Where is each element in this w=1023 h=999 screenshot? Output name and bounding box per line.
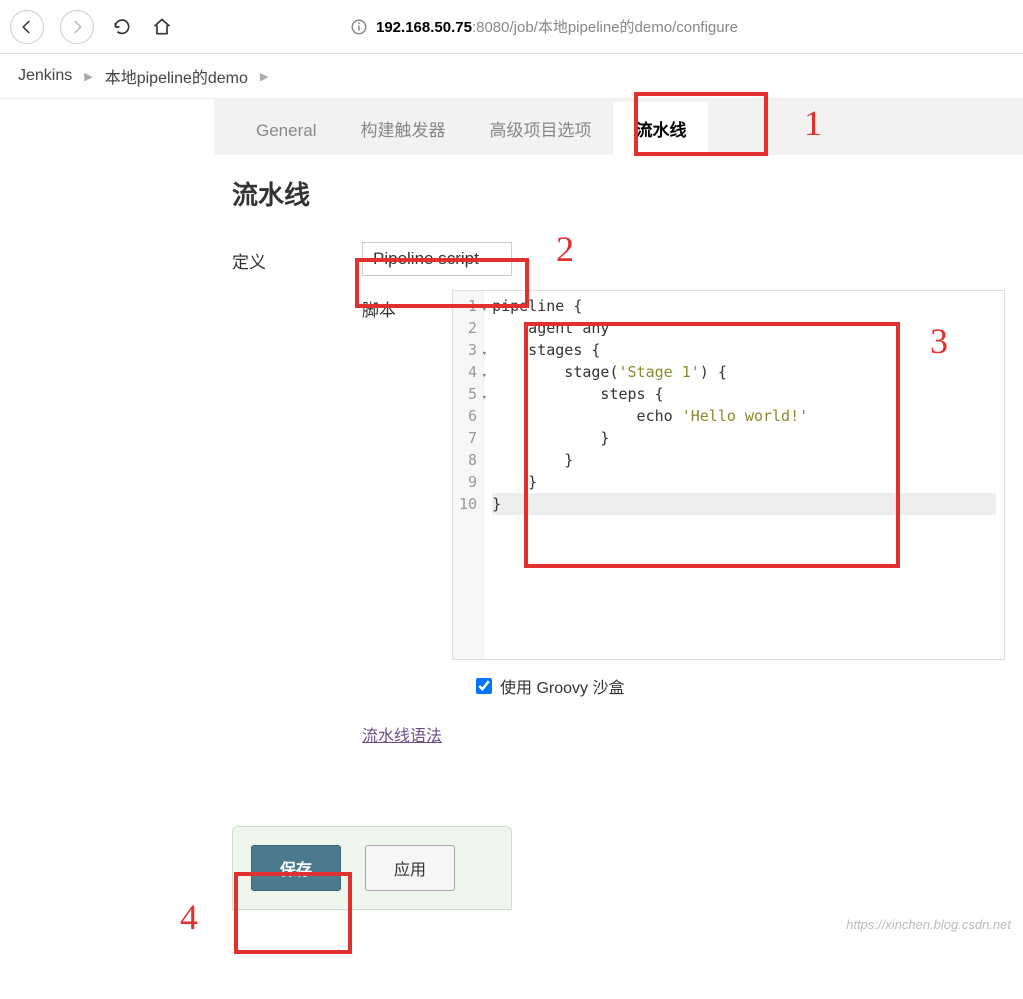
section-title: 流水线: [232, 175, 1005, 212]
definition-select[interactable]: Pipeline script: [362, 242, 512, 276]
browser-toolbar: 192.168.50.75:8080/job/本地pipeline的demo/c…: [0, 0, 1023, 54]
info-icon: [350, 18, 368, 36]
home-icon: [152, 17, 172, 37]
save-button[interactable]: 保存: [251, 845, 341, 891]
tab-build-triggers[interactable]: 构建触发器: [338, 102, 467, 155]
reload-icon: [112, 17, 132, 37]
footer-bar: 保存 应用: [232, 826, 512, 910]
sidebar-space: [0, 99, 214, 940]
pipeline-syntax-link[interactable]: 流水线语法: [362, 722, 442, 746]
pipeline-panel: 流水线 定义 Pipeline script 脚本 12345678910 pi…: [214, 155, 1023, 940]
breadcrumb-root[interactable]: Jenkins: [18, 67, 72, 85]
script-label: 脚本: [362, 290, 452, 321]
groovy-sandbox-label: 使用 Groovy 沙盒: [500, 674, 624, 698]
definition-label: 定义: [232, 242, 362, 273]
tab-pipeline[interactable]: 流水线: [613, 102, 708, 155]
forward-button[interactable]: [60, 10, 94, 44]
breadcrumb-sep-icon: ▶: [260, 70, 268, 83]
watermark: https://xinchen.blog.csdn.net: [846, 917, 1011, 932]
config-tabs: General 构建触发器 高级项目选项 流水线: [214, 99, 1023, 155]
arrow-right-icon: [68, 18, 86, 36]
main: General 构建触发器 高级项目选项 流水线 流水线 定义 Pipeline…: [214, 99, 1023, 940]
breadcrumb-sep-icon: ▶: [84, 70, 92, 83]
breadcrumb-job[interactable]: 本地pipeline的demo: [105, 64, 248, 88]
editor-code[interactable]: pipeline { agent any stages { stage('Sta…: [484, 291, 1004, 659]
url-text: 192.168.50.75:8080/job/本地pipeline的demo/c…: [376, 16, 738, 37]
reload-button[interactable]: [110, 15, 134, 39]
script-editor[interactable]: 12345678910 pipeline { agent any stages …: [452, 290, 1005, 660]
editor-gutter: 12345678910: [453, 291, 484, 659]
breadcrumbs: Jenkins ▶ 本地pipeline的demo ▶: [0, 54, 1023, 99]
url-bar[interactable]: 192.168.50.75:8080/job/本地pipeline的demo/c…: [190, 16, 1013, 37]
back-button[interactable]: [10, 10, 44, 44]
groovy-sandbox-checkbox[interactable]: [476, 678, 492, 694]
tab-advanced[interactable]: 高级项目选项: [467, 102, 613, 155]
home-button[interactable]: [150, 15, 174, 39]
apply-button[interactable]: 应用: [365, 845, 455, 891]
arrow-left-icon: [18, 18, 36, 36]
tab-general[interactable]: General: [234, 107, 338, 155]
